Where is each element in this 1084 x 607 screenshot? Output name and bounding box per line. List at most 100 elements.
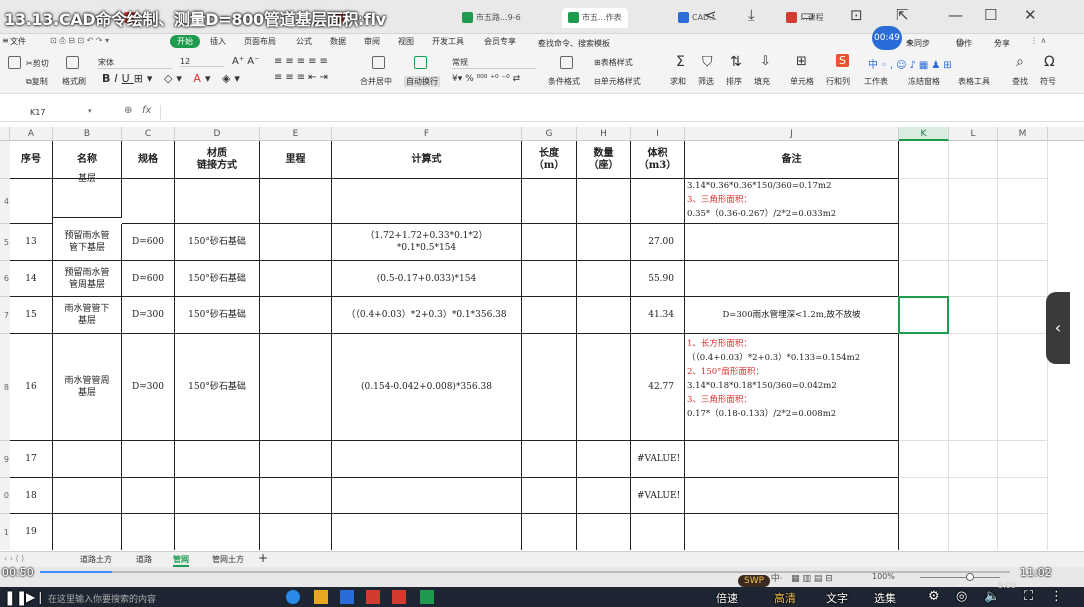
copy-button[interactable]: ⧉复制 [26,76,48,87]
row-header[interactable]: 1 [0,514,10,550]
cell-l[interactable] [949,261,998,297]
cell-i[interactable]: 42.77 [631,334,685,441]
cell-b[interactable]: 预留雨水管 管周基层 [53,261,122,297]
screenshot-icon[interactable]: ◎ [956,589,967,604]
align-buttons-2[interactable]: ≡≡≡⇤⇥ [274,72,331,83]
cell-e[interactable] [260,224,332,261]
cell-j-remarks[interactable] [685,514,899,550]
cell-g[interactable] [522,441,577,478]
next-icon[interactable]: ▶❘ [26,590,45,604]
cell-m[interactable] [998,514,1048,550]
cell-a[interactable]: 13 [10,224,53,261]
cell-j-remarks[interactable] [685,261,899,297]
cell-d[interactable]: 150°砂石基础 [175,297,260,334]
header-mileage[interactable]: 里程 [260,141,332,179]
header-formula[interactable]: 计算式 [332,141,522,179]
cell-l[interactable] [949,297,998,334]
cell-g[interactable] [522,514,577,550]
wrap-icon[interactable] [414,56,427,69]
table-tools-button[interactable]: 表格工具 [958,76,990,87]
name-box-dropdown-icon[interactable]: ▾ [88,107,92,115]
cut-button[interactable]: ✂剪切 [26,58,49,69]
pdf-app-icon[interactable] [392,590,406,604]
cell-g[interactable] [522,179,577,224]
column-header-g[interactable]: G [522,127,577,141]
cell-i[interactable]: 55.90 [631,261,685,297]
cell-m[interactable] [998,441,1048,478]
cell-a[interactable]: 19 [10,514,53,550]
cell-k[interactable] [899,297,949,334]
cell-c[interactable]: D=600 [122,224,175,261]
cell-e[interactable] [260,514,332,550]
row-header[interactable]: 4 [0,179,10,224]
cell-c[interactable]: D=300 [122,297,175,334]
merge-icon[interactable] [372,56,385,69]
folder-icon[interactable] [314,590,328,604]
cell-f[interactable]: （（0.4+0.03）*2+0.3）*0.1*356.38 [332,297,522,334]
row-header[interactable]: 0 [0,478,10,514]
merge-center-button[interactable]: 合并居中 [360,76,392,87]
cell-f[interactable] [332,179,522,224]
font-size-select[interactable]: 12 [180,57,224,67]
cell-c[interactable] [122,441,175,478]
cell-j-remarks[interactable] [685,224,899,261]
cell-g[interactable] [522,224,577,261]
row-header[interactable]: 7 [0,297,10,334]
subtitle-button[interactable]: 文字 [826,590,848,606]
cell-l[interactable] [949,141,998,179]
cell-icon[interactable]: ⊞ [796,54,807,69]
cell-l[interactable] [949,224,998,261]
column-header-d[interactable]: D [175,127,260,141]
cell-style-button[interactable]: ⊟单元格样式 [594,76,641,87]
header-seq[interactable]: 序号 [10,141,53,179]
cell-e[interactable] [260,478,332,514]
zoom-search-icon[interactable]: ⊕ [124,105,132,116]
paste-icon[interactable] [8,56,21,69]
column-header-j[interactable]: J [685,127,899,141]
cell-e[interactable] [260,441,332,478]
cell-b[interactable]: 雨水管管下 基层 [53,297,122,334]
cell-i[interactable]: #VALUE! [631,478,685,514]
header-remarks[interactable]: 备注 [685,141,899,179]
tab-insert[interactable]: 插入 [210,36,226,47]
cell-i[interactable] [631,179,685,224]
cell-a[interactable]: 16 [10,334,53,441]
cell-h[interactable] [577,478,631,514]
cell-j-remarks[interactable]: D=300雨水管埋深<1.2m,故不放坡 [685,297,899,334]
tab-review[interactable]: 审阅 [364,36,380,47]
cell-m[interactable] [998,224,1048,261]
wps-icon[interactable] [366,590,380,604]
minimize-icon[interactable]: — [948,6,963,24]
sort-icon[interactable]: ⇅ [730,54,742,70]
symbol-button[interactable]: 符号 [1040,76,1056,87]
close-icon[interactable]: ✕ [1024,6,1037,24]
video-progress-bar[interactable]: 00:50 11:02 ◎ 中· ▦ ▥ ▤ ⊟ 100% [0,566,1084,587]
collapse-icon[interactable]: ⇱ [896,6,909,24]
cell-d[interactable] [175,441,260,478]
fill-icon[interactable]: ⇩ [760,54,771,69]
number-format-select[interactable]: 常规 [452,57,536,69]
brush-icon[interactable] [66,56,79,69]
cell-a[interactable]: 18 [10,478,53,514]
header-length[interactable]: 长度 （m） [522,141,577,179]
browser-tab[interactable]: 市五路...9-6 [456,8,527,28]
cell-l[interactable] [949,514,998,550]
header-count[interactable]: 数量 （座） [577,141,631,179]
sheet-button[interactable]: 工作表 [864,76,888,87]
cell-d[interactable]: 150°砂石基础 [175,261,260,297]
cell-d[interactable] [175,179,260,224]
column-header-i[interactable]: I [631,127,685,141]
cell-g[interactable] [522,334,577,441]
cell-l[interactable] [949,334,998,441]
more-icon[interactable]: ⋮ ∧ [1030,36,1046,45]
column-header-k[interactable]: K [899,127,949,141]
pause-icon[interactable]: ❚❚ [4,590,27,606]
cell-k[interactable] [899,141,949,179]
cell-i[interactable]: #VALUE! [631,441,685,478]
settings-icon[interactable]: ⚙ [928,589,940,604]
row-header[interactable]: 9 [0,441,10,478]
cell-m[interactable] [998,261,1048,297]
edge-icon[interactable] [286,590,300,604]
cell-m[interactable] [998,334,1048,441]
cell-h[interactable] [577,441,631,478]
